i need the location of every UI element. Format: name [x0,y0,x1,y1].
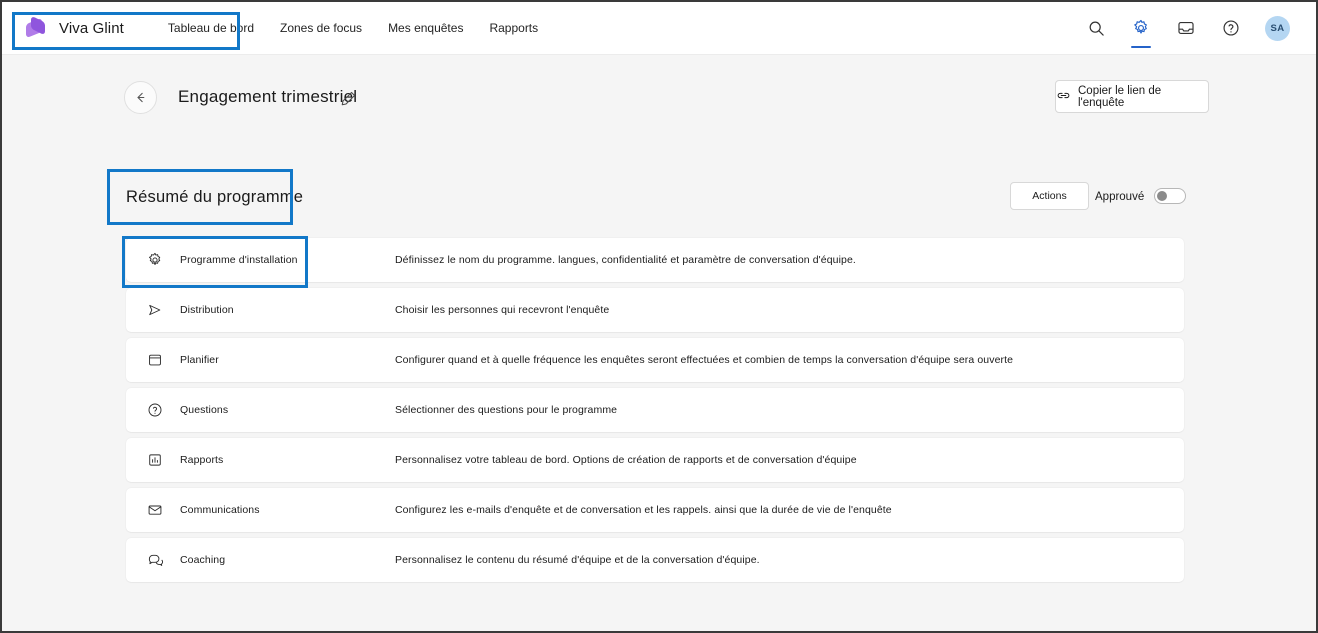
row-description: Configurer quand et à quelle fréquence l… [395,354,1014,366]
send-icon [146,301,164,319]
topbar-actions: SA [1085,15,1290,48]
row-distribution[interactable]: Distribution Choisir les personnes qui r… [126,288,1184,332]
mail-icon [146,501,164,519]
brand-name: Viva Glint [59,19,124,37]
row-label: Coaching [180,554,226,566]
search-icon[interactable] [1085,17,1107,39]
top-navigation-bar: Viva Glint Tableau de bord Zones de focu… [2,2,1316,55]
inbox-icon[interactable] [1175,17,1197,39]
back-button[interactable] [124,81,157,114]
avatar[interactable]: SA [1265,15,1290,41]
row-communications[interactable]: Communications Configurez les e-mails d'… [126,488,1184,532]
approved-label: Approuvé [1095,191,1145,203]
row-label: Communications [180,504,260,516]
page-title: Engagement trimestriel [178,87,358,106]
row-description: Personnalisez le contenu du résumé d'équ… [395,554,760,566]
program-summary-list: Programme d'installation Définissez le n… [126,238,1184,588]
toggle-knob [1157,191,1167,201]
row-description: Configurez les e-mails d'enquête et de c… [395,504,892,516]
nav-link-zones-de-focus[interactable]: Zones de focus [278,17,364,39]
row-label: Planifier [180,354,219,366]
row-planifier[interactable]: Planifier Configurer quand et à quelle f… [126,338,1184,382]
row-description: Définissez le nom du programme. langues,… [395,254,856,266]
copy-survey-link-button[interactable]: Copier le lien de l'enquête [1055,80,1209,113]
primary-nav: Tableau de bord Zones de focus Mes enquê… [166,17,540,39]
row-programme-installation[interactable]: Programme d'installation Définissez le n… [126,238,1184,282]
viva-glint-diamond-logo-icon [24,15,48,40]
calendar-icon [146,351,164,369]
nav-link-rapports[interactable]: Rapports [487,17,540,39]
row-label: Rapports [180,454,224,466]
help-icon[interactable] [1220,17,1242,39]
brand[interactable]: Viva Glint [24,15,124,40]
app-screen: Viva Glint Tableau de bord Zones de focu… [0,0,1318,633]
chat-icon [146,551,164,569]
actions-button-label: Actions [1032,190,1067,202]
pencil-icon[interactable] [340,90,357,107]
link-icon [1056,88,1071,106]
row-description: Sélectionner des questions pour le progr… [395,404,618,416]
row-label: Distribution [180,304,234,316]
row-rapports[interactable]: Rapports Personnalisez votre tableau de … [126,438,1184,482]
gear-icon[interactable] [1130,17,1152,48]
row-questions[interactable]: Questions Sélectionner des questions pou… [126,388,1184,432]
row-description: Choisir les personnes qui recevront l'en… [395,304,610,316]
approved-toggle[interactable] [1154,188,1186,204]
row-description: Personnalisez votre tableau de bord. Opt… [395,454,857,466]
section-title: Résumé du programme [126,188,304,206]
row-coaching[interactable]: Coaching Personnalisez le contenu du rés… [126,538,1184,582]
arrow-left-icon [137,92,145,103]
nav-link-mes-enquetes[interactable]: Mes enquêtes [386,17,465,39]
row-label: Programme d'installation [180,254,298,266]
row-label: Questions [180,404,229,416]
nav-link-tableau-de-bord[interactable]: Tableau de bord [166,17,256,39]
actions-button[interactable]: Actions [1010,182,1089,210]
help-icon [146,401,164,419]
chart-icon [146,451,164,469]
copy-survey-link-label: Copier le lien de l'enquête [1078,84,1162,109]
gear-icon [146,251,164,269]
